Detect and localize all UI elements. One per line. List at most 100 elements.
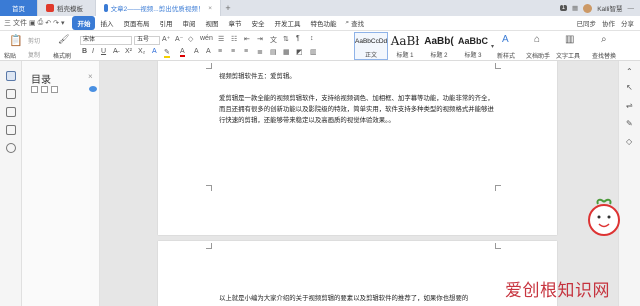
show-marks-icon[interactable]: ¶: [296, 35, 300, 42]
find-replace-button[interactable]: 查找替换: [592, 51, 616, 60]
find-replace-icon[interactable]: ⌕: [601, 34, 607, 45]
menu-references[interactable]: 引用: [154, 18, 177, 28]
share-button[interactable]: 分享: [621, 18, 634, 28]
bookmark-panel-icon[interactable]: [6, 89, 16, 99]
char-shading-icon[interactable]: A: [206, 48, 211, 55]
subscript-icon[interactable]: X₂: [138, 48, 145, 55]
doc-assistant-icon[interactable]: ⌂: [534, 34, 540, 45]
style-normal[interactable]: AaBbCcDd 正文: [354, 32, 388, 60]
redo-icon[interactable]: ↷: [53, 19, 59, 27]
toc-collapse-icon[interactable]: [31, 86, 38, 93]
increase-indent-icon[interactable]: ⇥: [257, 35, 263, 43]
align-right-icon[interactable]: ≡: [244, 48, 248, 55]
avatar[interactable]: [583, 3, 593, 13]
menu-page-layout[interactable]: 页面布局: [118, 18, 154, 28]
close-tab-icon[interactable]: ×: [204, 5, 212, 12]
chevron-down-icon[interactable]: ▾: [61, 19, 65, 27]
numbered-list-icon[interactable]: ☷: [231, 35, 237, 43]
print-icon[interactable]: ⎙: [38, 19, 44, 27]
text-tools-button[interactable]: 文字工具: [556, 51, 580, 60]
format-painter-icon[interactable]: 🖌: [58, 34, 69, 45]
style-panel-icon[interactable]: [6, 125, 16, 135]
style-heading-3[interactable]: AaBbC 标题 3: [456, 32, 490, 60]
italic-icon[interactable]: I: [92, 48, 94, 55]
line-spacing-icon[interactable]: ↕: [310, 35, 314, 42]
cut-button[interactable]: 剪切: [28, 36, 40, 45]
pen-icon[interactable]: ✎: [626, 119, 633, 128]
style-heading-1[interactable]: AaBł 标题 1: [388, 32, 422, 60]
undo-icon[interactable]: ↶: [45, 19, 51, 27]
format-painter-button[interactable]: 格式刷: [53, 51, 71, 60]
font-size-select[interactable]: 五号: [134, 36, 160, 45]
styles-more-icon[interactable]: ▾: [491, 43, 494, 50]
new-style-button[interactable]: 新样式: [497, 51, 515, 60]
add-tab-button[interactable]: +: [221, 0, 235, 16]
page-2[interactable]: 以上就是小编为大家介绍的关于视频剪辑的要素以及剪辑软件的推荐了，如果你也想要的: [158, 241, 557, 306]
strikethrough-icon[interactable]: A̶: [113, 48, 118, 55]
toc-level-icon[interactable]: [51, 86, 58, 93]
page-1[interactable]: 视频剪辑软件五：爱剪辑。 爱剪辑是一款全能的视频剪辑软件，支持给视频调色、加相框…: [158, 61, 557, 235]
align-center-icon[interactable]: ≡: [231, 48, 235, 55]
text-tools-icon[interactable]: ▥: [565, 34, 574, 45]
minimize-icon[interactable]: —: [628, 5, 635, 12]
shrink-font-icon[interactable]: A⁻: [175, 35, 183, 43]
eye-icon[interactable]: [89, 86, 97, 92]
pointer-icon[interactable]: ↖: [626, 83, 633, 92]
align-left-icon[interactable]: ≡: [218, 48, 222, 55]
justify-icon[interactable]: ≣: [257, 48, 263, 56]
style-heading-2[interactable]: AaBb( 标题 2: [422, 32, 456, 60]
shading-icon[interactable]: ◩: [296, 48, 303, 56]
chapter-panel-icon[interactable]: [6, 107, 16, 117]
phonetic-icon[interactable]: wén: [200, 35, 213, 42]
borders-icon[interactable]: ▦: [283, 48, 290, 56]
document-area[interactable]: 视频剪辑软件五：爱剪辑。 爱剪辑是一款全能的视频剪辑软件，支持给视频调色、加相框…: [100, 61, 618, 306]
toc-expand-icon[interactable]: [41, 86, 48, 93]
font-color-icon[interactable]: A: [180, 48, 185, 57]
toc-panel-icon[interactable]: [6, 71, 16, 81]
paste-button[interactable]: 粘贴: [4, 51, 16, 60]
menu-developer[interactable]: 开发工具: [269, 18, 305, 28]
highlight-icon[interactable]: ✎: [164, 48, 170, 58]
font-name-select[interactable]: 宋体: [80, 36, 132, 45]
grow-font-icon[interactable]: A⁺: [162, 35, 170, 43]
search-panel-icon[interactable]: [6, 143, 16, 153]
bullet-list-icon[interactable]: ☰: [218, 35, 224, 43]
window-count-badge[interactable]: 1: [559, 5, 568, 11]
paste-icon[interactable]: 📋: [9, 34, 23, 47]
menu-features[interactable]: 特色功能: [305, 18, 341, 28]
tab-docer-templates[interactable]: 稻壳模板: [38, 0, 96, 16]
menu-security[interactable]: 安全: [246, 18, 269, 28]
menu-sections[interactable]: 章节: [223, 18, 246, 28]
menu-view[interactable]: 视图: [200, 18, 223, 28]
clear-format-icon[interactable]: ◇: [188, 35, 193, 43]
new-style-icon[interactable]: A: [502, 34, 509, 45]
superscript-icon[interactable]: X²: [125, 48, 132, 55]
search-box[interactable]: ⌕ 查找: [345, 18, 364, 28]
sort-icon[interactable]: ⇅: [283, 35, 289, 43]
save-icon[interactable]: ▣: [29, 19, 36, 27]
grid-icon[interactable]: ▦: [572, 4, 578, 12]
text-effect-icon[interactable]: A: [152, 48, 157, 55]
shape-icon[interactable]: ◇: [626, 137, 632, 146]
menu-insert[interactable]: 插入: [95, 18, 118, 28]
menu-start[interactable]: 开始: [72, 16, 96, 30]
tab-home[interactable]: 首页: [0, 0, 38, 16]
copy-button[interactable]: 复制: [28, 50, 40, 59]
close-icon[interactable]: ×: [88, 72, 93, 81]
distribute-icon[interactable]: ▤: [270, 48, 277, 56]
file-menu[interactable]: 三 文件: [4, 18, 27, 28]
doc-assistant-button[interactable]: 文档助手: [526, 51, 550, 60]
sync-status[interactable]: 已同步: [577, 18, 597, 28]
char-border-icon[interactable]: A: [194, 48, 199, 55]
chevron-up-icon[interactable]: ⌃: [626, 67, 633, 76]
sliders-icon[interactable]: ⇌: [626, 101, 633, 110]
chinese-layout-icon[interactable]: 文: [270, 35, 277, 45]
underline-icon[interactable]: U: [101, 48, 106, 55]
collaborate-button[interactable]: 协作: [602, 18, 615, 28]
user-name[interactable]: Kalli智慧: [597, 3, 622, 13]
menu-review[interactable]: 审阅: [177, 18, 200, 28]
paragraph-settings-icon[interactable]: ▥: [310, 48, 317, 56]
decrease-indent-icon[interactable]: ⇤: [244, 35, 250, 43]
bold-icon[interactable]: B: [82, 48, 87, 55]
tab-document[interactable]: 文章2——视频...剪出优质视频！ ×: [96, 0, 221, 16]
